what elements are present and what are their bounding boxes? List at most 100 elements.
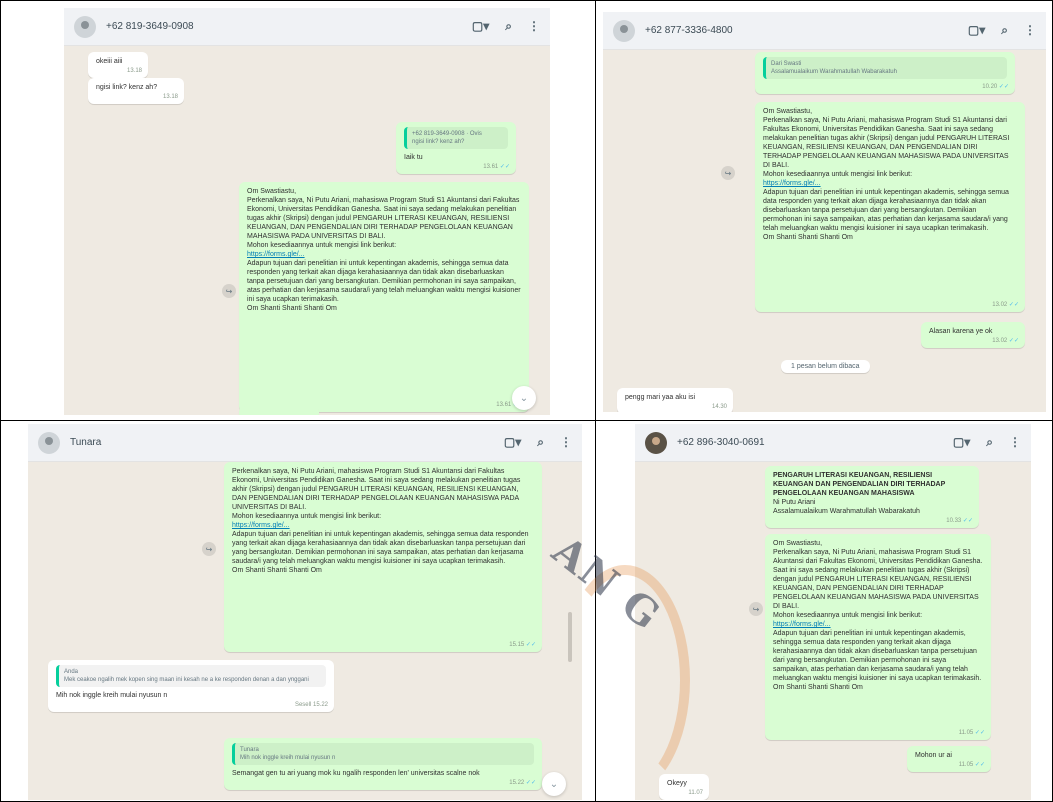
quote-text: ngisi link? kenz ah? bbox=[412, 139, 465, 145]
quoted-message[interactable]: Tunara Mih nok inggle kreih mulai nyusun… bbox=[232, 743, 534, 765]
video-call-icon[interactable]: ▢▾ bbox=[968, 23, 985, 38]
grid-divider-horizontal bbox=[0, 420, 1053, 421]
message-closing: Om Shanti Shanti Shanti Om bbox=[232, 567, 322, 574]
message-text: Mohon ur ai bbox=[915, 752, 952, 759]
scroll-down-button[interactable]: ⌄ bbox=[542, 772, 566, 796]
contact-name[interactable]: +62 896-3040-0691 bbox=[677, 437, 953, 448]
message-purpose: Adapun tujuan dari penelitian ini untuk … bbox=[232, 531, 529, 565]
search-icon[interactable]: ⌕ bbox=[505, 19, 512, 34]
contact-name[interactable]: Tunara bbox=[70, 437, 504, 448]
message-greeting: Om Swastiastu, bbox=[763, 108, 813, 115]
message-purpose: Adapun tujuan dari penelitian ini untuk … bbox=[763, 189, 1009, 232]
chat-body[interactable]: okeiii aiii 13.18 ngisi link? kenz ah? 1… bbox=[64, 46, 550, 415]
quoted-message[interactable]: Anda Mek ceakoe ngalih mek kopen sing ma… bbox=[56, 665, 326, 687]
message-closing: Om Shanti Shanti Shanti Om bbox=[247, 305, 337, 312]
message-subtitle: Ni Putu Ariani bbox=[773, 499, 816, 506]
message-time: 13.02 bbox=[992, 337, 1019, 346]
message-time: 15.15 bbox=[509, 641, 536, 650]
message-text: okeiii aiii bbox=[96, 58, 123, 65]
menu-icon[interactable]: ⋮ bbox=[528, 19, 540, 34]
message-outgoing-reply[interactable]: Tunara Mih nok inggle kreih mulai nyusun… bbox=[224, 738, 542, 790]
menu-icon[interactable]: ⋮ bbox=[560, 435, 572, 450]
message-greeting: Om Swastiastu, bbox=[247, 188, 297, 195]
contact-name[interactable]: +62 819-3649-0908 bbox=[106, 21, 472, 32]
scroll-down-button[interactable]: ⌄ bbox=[512, 386, 536, 410]
message-time: 15.22 bbox=[509, 779, 536, 788]
message-incoming-reply[interactable]: Anda Mek ceakoe ngalih mek kopen sing ma… bbox=[48, 660, 334, 712]
message-intro: Perkenalkan saya, Ni Putu Ariani, mahasi… bbox=[773, 549, 983, 610]
avatar[interactable] bbox=[74, 15, 96, 38]
forward-icon[interactable]: ↪ bbox=[749, 602, 763, 616]
message-time: 11.07 bbox=[688, 790, 703, 796]
message-text: pengg mari yaa aku isi bbox=[625, 394, 696, 401]
message-link[interactable]: https://forms.gle/... bbox=[763, 179, 1017, 188]
message-incoming[interactable]: pengg mari yaa aku isi 14.30 bbox=[617, 388, 733, 412]
message-intro: Perkenalkan saya, Ni Putu Ariani, mahasi… bbox=[247, 197, 520, 240]
message-subtitle-2: Assalamualaikum Warahmatullah Wabarakatu… bbox=[773, 508, 920, 515]
quoted-message[interactable]: Dari Swasti Assalamualaikum Warahmatulla… bbox=[763, 57, 1007, 79]
message-link[interactable]: https://forms.gle/... bbox=[232, 521, 534, 530]
message-text: ngisi link? kenz ah? bbox=[96, 84, 158, 91]
message-link[interactable]: https://forms.gle/... bbox=[247, 250, 521, 259]
video-call-icon[interactable]: ▢▾ bbox=[472, 19, 489, 34]
menu-icon[interactable]: ⋮ bbox=[1024, 23, 1036, 38]
message-incoming[interactable]: okeiii aiii 13.18 bbox=[88, 52, 148, 78]
chat-header[interactable]: +62 819-3649-0908 ▢▾ ⌕ ⋮ bbox=[64, 8, 550, 46]
forward-icon[interactable]: ↪ bbox=[222, 284, 236, 298]
message-text: Iaik tu bbox=[404, 154, 423, 161]
message-outgoing-long[interactable]: Om Swastiastu, Perkenalkan saya, Ni Putu… bbox=[239, 182, 529, 412]
message-time: 13.61 bbox=[483, 163, 510, 172]
video-call-icon[interactable]: ▢▾ bbox=[504, 435, 521, 450]
message-link[interactable]: https://forms.gle/... bbox=[773, 620, 983, 629]
quote-text: Assalamualaikum Warahmatullah Wabarakatu… bbox=[771, 69, 897, 75]
chat-header[interactable]: +62 877-3336-4800 ▢▾ ⌕ ⋮ bbox=[603, 12, 1046, 50]
message-closing: Om Shanti Shanti Shanti Om bbox=[763, 234, 853, 241]
quote-author: Dari Swasti bbox=[771, 61, 802, 67]
message-incoming[interactable]: Okeyy 11.07 bbox=[659, 774, 709, 800]
message-time: 13.18 bbox=[162, 94, 178, 100]
message-time: Sesell 15.22 bbox=[294, 702, 328, 708]
message-time: 13.18 bbox=[126, 68, 142, 74]
quote-author: Tunara bbox=[240, 747, 259, 753]
video-call-icon[interactable]: ▢▾ bbox=[953, 435, 970, 450]
chat-body[interactable]: PENGARUH LITERASI KEUANGAN, RESILIENSI K… bbox=[635, 462, 1031, 800]
message-outgoing-long[interactable]: Perkenalkan saya, Ni Putu Ariani, mahasi… bbox=[224, 462, 542, 652]
chat-body[interactable]: ↪ Perkenalkan saya, Ni Putu Ariani, maha… bbox=[28, 462, 582, 800]
chat-panel-4: +62 896-3040-0691 ▢▾ ⌕ ⋮ PENGARUH LITERA… bbox=[635, 424, 1031, 800]
message-time: 11.05 bbox=[959, 761, 985, 770]
message-outgoing-long[interactable]: Om Swastiastu, Perkenalkan saya, Ni Putu… bbox=[755, 102, 1025, 312]
chat-header[interactable]: Tunara ▢▾ ⌕ ⋮ bbox=[28, 424, 582, 462]
message-outgoing-partial[interactable] bbox=[239, 406, 319, 415]
message-text: Alasan karena ye ok bbox=[929, 328, 993, 335]
chat-panel-2: +62 877-3336-4800 ▢▾ ⌕ ⋮ Dari Swasti Ass… bbox=[603, 12, 1046, 412]
forward-icon[interactable]: ↪ bbox=[721, 166, 735, 180]
message-request: Mohon kesediaannya untuk mengisi link be… bbox=[773, 612, 923, 619]
message-title: PENGARUH LITERASI KEUANGAN, RESILIENSI K… bbox=[773, 472, 946, 497]
chat-body[interactable]: Dari Swasti Assalamualaikum Warahmatulla… bbox=[603, 50, 1046, 412]
message-request: Mohon kesediaannya untuk mengisi link be… bbox=[232, 513, 382, 520]
message-outgoing-long[interactable]: Om Swastiastu, Perkenalkan saya, Ni Putu… bbox=[765, 534, 991, 740]
avatar[interactable] bbox=[613, 19, 635, 42]
message-outgoing-forwarded[interactable]: Dari Swasti Assalamualaikum Warahmatulla… bbox=[755, 52, 1015, 94]
contact-name[interactable]: +62 877-3336-4800 bbox=[645, 25, 968, 36]
message-outgoing[interactable]: Mohon ur ai 11.05 bbox=[907, 746, 991, 772]
quoted-message[interactable]: +62 819-3649-0908 · Ovis ngisi link? ken… bbox=[404, 127, 508, 149]
message-incoming[interactable]: ngisi link? kenz ah? 13.18 bbox=[88, 78, 184, 104]
message-outgoing[interactable]: Alasan karena ye ok 13.02 bbox=[921, 322, 1025, 348]
avatar[interactable] bbox=[645, 431, 667, 454]
message-outgoing-forwarded[interactable]: PENGARUH LITERASI KEUANGAN, RESILIENSI K… bbox=[765, 466, 979, 528]
message-request: Mohon kesediaannya untuk mengisi link be… bbox=[763, 171, 913, 178]
chat-panel-3: Tunara ▢▾ ⌕ ⋮ ↪ Perkenalkan saya, Ni Put… bbox=[28, 424, 582, 800]
search-icon[interactable]: ⌕ bbox=[1001, 23, 1008, 38]
search-icon[interactable]: ⌕ bbox=[537, 435, 544, 450]
message-text: Semangat gen tu ari yuang mok ku ngalih … bbox=[232, 770, 480, 777]
chat-header[interactable]: +62 896-3040-0691 ▢▾ ⌕ ⋮ bbox=[635, 424, 1031, 462]
message-outgoing-reply[interactable]: +62 819-3649-0908 · Ovis ngisi link? ken… bbox=[396, 122, 516, 174]
menu-icon[interactable]: ⋮ bbox=[1009, 435, 1021, 450]
chat-panel-1: +62 819-3649-0908 ▢▾ ⌕ ⋮ okeiii aiii 13.… bbox=[64, 8, 550, 415]
message-purpose: Adapun tujuan dari penelitian ini untuk … bbox=[247, 260, 521, 303]
message-intro: Perkenalkan saya, Ni Putu Ariani, mahasi… bbox=[763, 117, 1010, 169]
avatar[interactable] bbox=[38, 431, 60, 454]
search-icon[interactable]: ⌕ bbox=[986, 435, 993, 450]
forward-icon[interactable]: ↪ bbox=[202, 542, 216, 556]
